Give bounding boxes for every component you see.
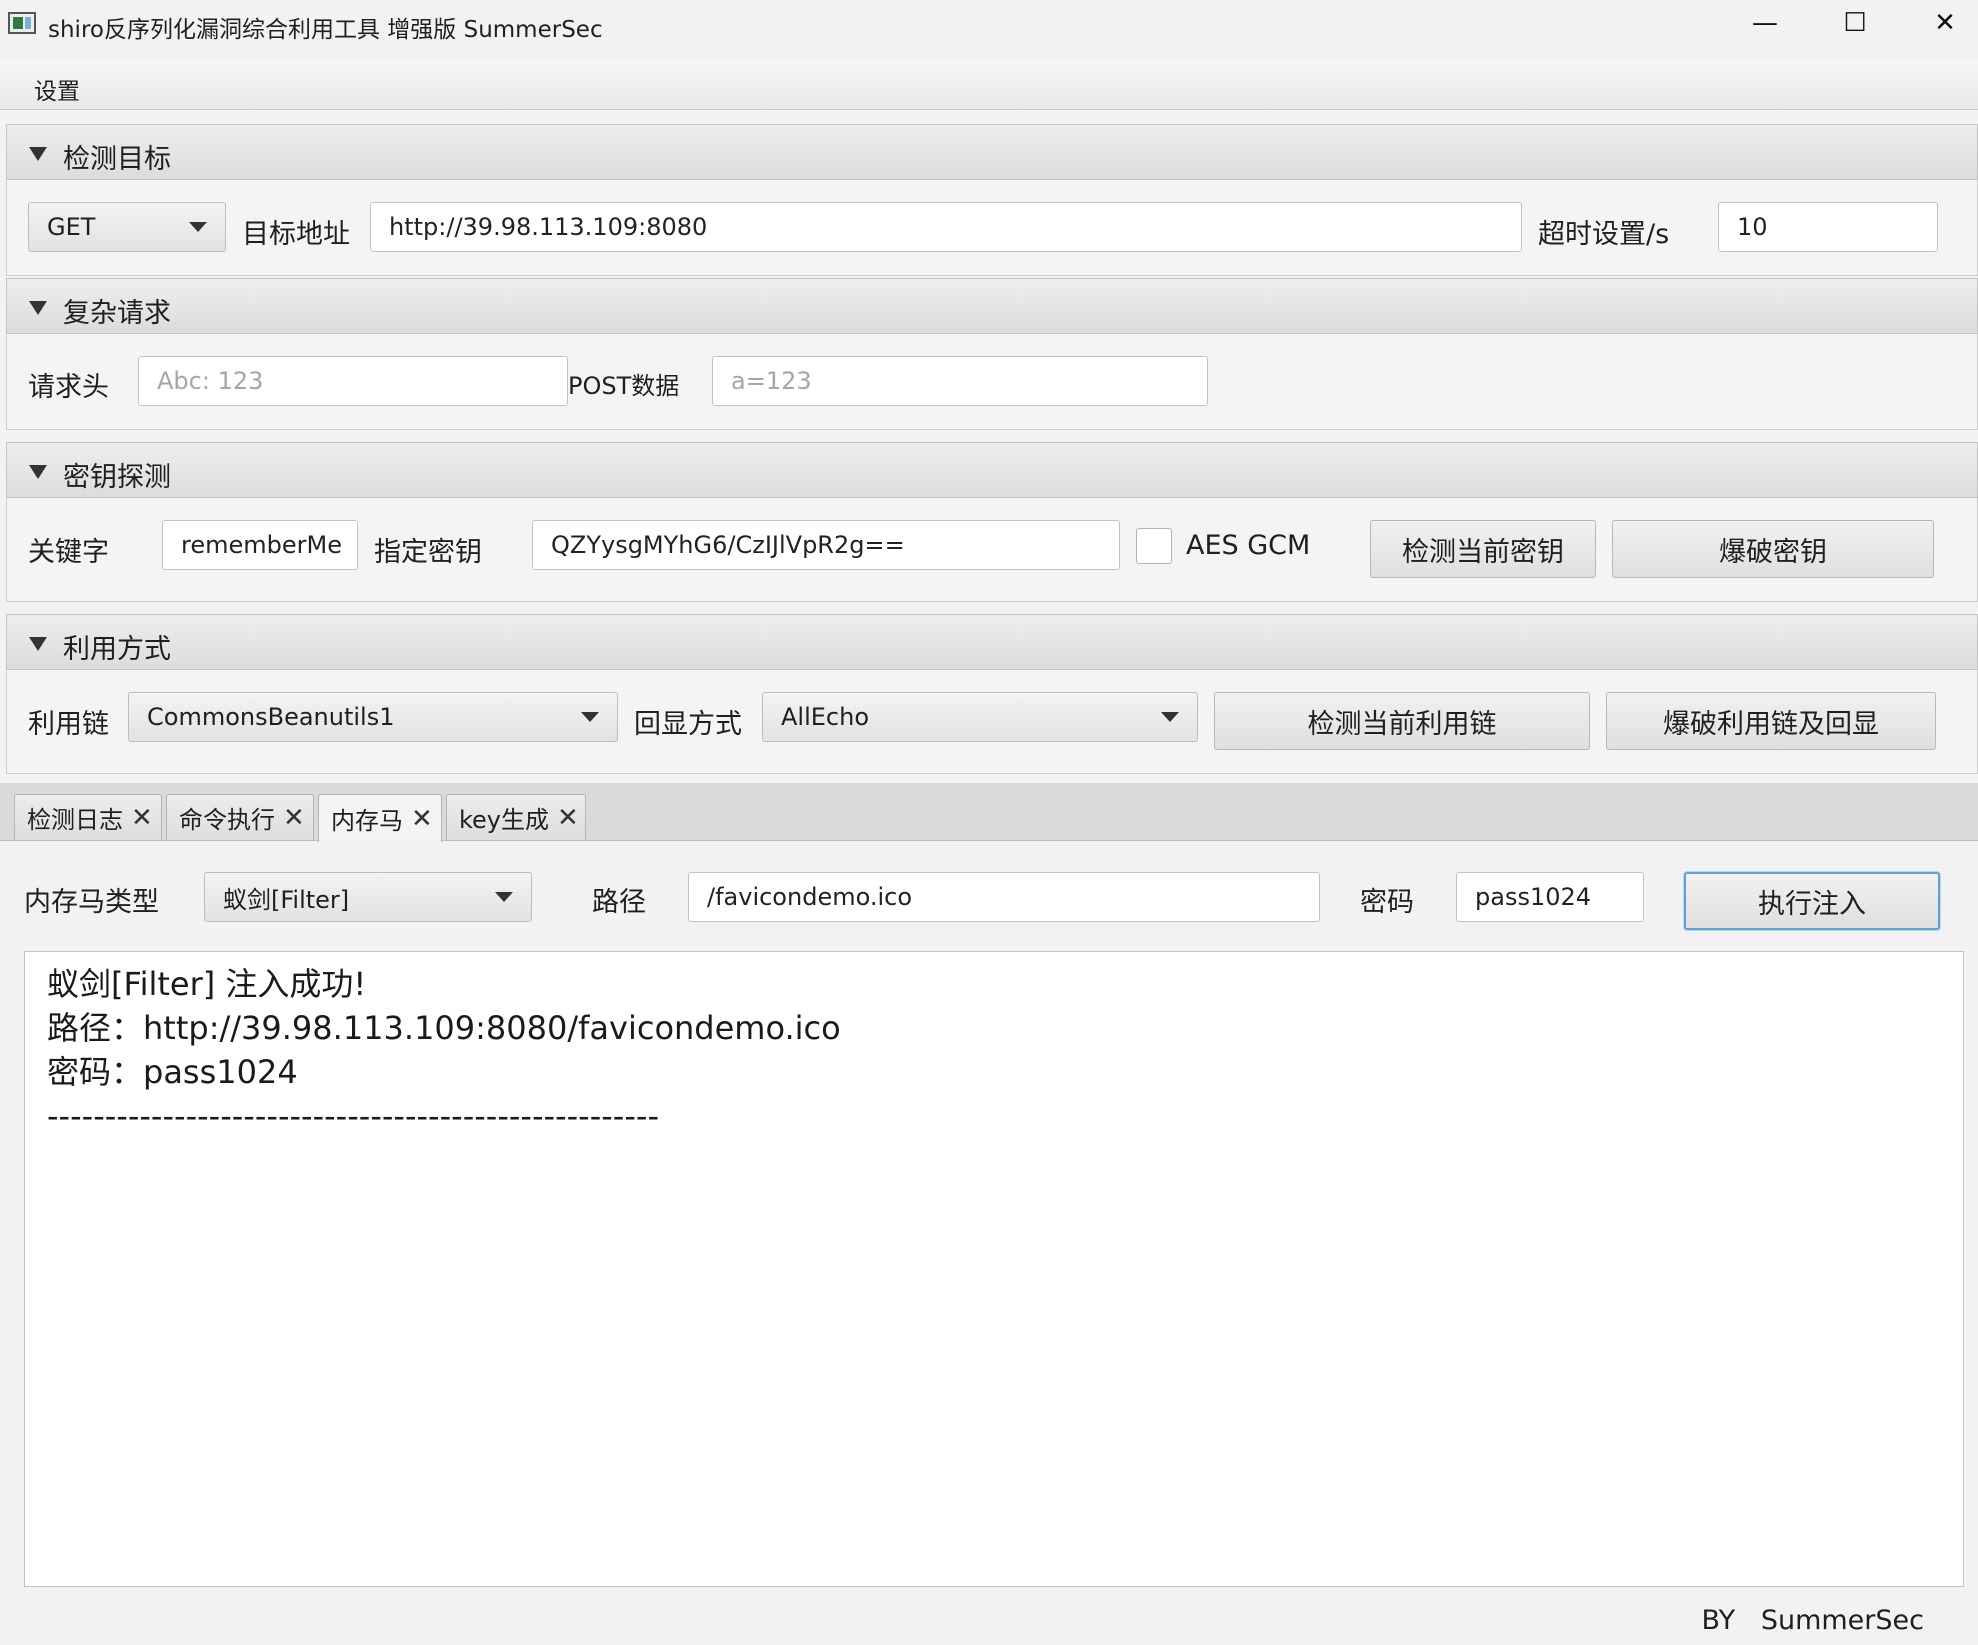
key-input[interactable]: QZYysgMYhG6/CzIJlVpR2g== [532, 520, 1120, 570]
app-icon [8, 12, 36, 34]
menu-settings[interactable]: 设置 [34, 72, 80, 106]
tab-close-icon[interactable]: ✕ [131, 803, 153, 833]
output-line: ----------------------------------------… [47, 1097, 659, 1135]
tab-label: key生成 [459, 806, 550, 834]
tab-key-gen[interactable]: key生成 ✕ [446, 794, 586, 840]
keyword-input[interactable]: rememberMe [162, 520, 358, 570]
window-title: shiro反序列化漏洞综合利用工具 增强版 SummerSec [48, 17, 603, 43]
section-key-title: 密钥探测 [63, 462, 171, 493]
tab-close-icon[interactable]: ✕ [557, 803, 579, 833]
post-data-input[interactable]: a=123 [712, 356, 1208, 406]
collapse-triangle-icon[interactable] [29, 637, 47, 651]
memshell-type-select[interactable]: 蚁剑[Filter] [204, 872, 532, 922]
section-complex-header[interactable]: 复杂请求 [6, 278, 1978, 334]
aes-gcm-checkbox[interactable] [1136, 528, 1172, 564]
method-select[interactable]: GET [28, 202, 226, 252]
header-label: 请求头 [28, 372, 109, 403]
output-textarea[interactable]: 蚁剑[Filter] 注入成功! 路径：http://39.98.113.109… [24, 951, 1964, 1587]
url-input[interactable]: http://39.98.113.109:8080 [370, 202, 1522, 252]
check-key-button[interactable]: 检测当前密钥 [1370, 520, 1596, 578]
timeout-input[interactable]: 10 [1718, 202, 1938, 252]
echo-label: 回显方式 [634, 709, 742, 740]
close-icon[interactable]: ✕ [1900, 0, 1978, 46]
post-label: POST数据 [568, 372, 680, 400]
tab-command-exec[interactable]: 命令执行 ✕ [166, 794, 314, 840]
dropdown-arrow-icon [1161, 712, 1179, 722]
echo-select[interactable]: AllEcho [762, 692, 1198, 742]
collapse-triangle-icon[interactable] [29, 465, 47, 479]
memshell-type-label: 内存马类型 [24, 887, 159, 918]
collapse-triangle-icon[interactable] [29, 301, 47, 315]
section-target-title: 检测目标 [63, 144, 171, 175]
tab-label: 内存马 [331, 807, 403, 835]
section-exploit-header[interactable]: 利用方式 [6, 614, 1978, 670]
tab-close-icon[interactable]: ✕ [283, 803, 305, 833]
maximize-icon[interactable]: ☐ [1810, 0, 1900, 46]
minimize-icon[interactable]: — [1720, 0, 1810, 46]
section-complex-title: 复杂请求 [63, 298, 171, 329]
brute-chain-button[interactable]: 爆破利用链及回显 [1606, 692, 1936, 750]
url-label: 目标地址 [242, 219, 350, 250]
password-label: 密码 [1360, 887, 1414, 918]
tab-detect-log[interactable]: 检测日志 ✕ [14, 794, 162, 840]
section-exploit-title: 利用方式 [63, 634, 171, 665]
section-key-header[interactable]: 密钥探测 [6, 442, 1978, 498]
tab-memshell[interactable]: 内存马 ✕ [318, 794, 442, 842]
key-label: 指定密钥 [374, 537, 482, 568]
post-placeholder: a=123 [731, 367, 812, 395]
chain-label: 利用链 [28, 709, 109, 740]
menu-bar [0, 60, 1978, 110]
header-input[interactable]: Abc: 123 [138, 356, 568, 406]
echo-select-value: AllEcho [781, 703, 870, 731]
output-line: 蚁剑[Filter] 注入成功! [47, 965, 367, 1003]
tab-close-icon[interactable]: ✕ [411, 804, 433, 834]
tab-label: 检测日志 [27, 806, 123, 834]
dropdown-arrow-icon [495, 892, 513, 902]
chain-select[interactable]: CommonsBeanutils1 [128, 692, 618, 742]
check-chain-button[interactable]: 检测当前利用链 [1214, 692, 1590, 750]
output-line: 密码：pass1024 [47, 1053, 298, 1091]
password-input[interactable]: pass1024 [1456, 872, 1644, 922]
chain-select-value: CommonsBeanutils1 [147, 703, 395, 731]
aes-gcm-label: AES GCM [1186, 530, 1311, 561]
footer-credit: BY SummerSec [1701, 1605, 1924, 1636]
dropdown-arrow-icon [581, 712, 599, 722]
path-input[interactable]: /favicondemo.ico [688, 872, 1320, 922]
dropdown-arrow-icon [189, 222, 207, 232]
keyword-label: 关键字 [28, 537, 109, 568]
section-target-header[interactable]: 检测目标 [6, 124, 1978, 180]
path-label: 路径 [592, 887, 646, 918]
method-select-value: GET [47, 213, 96, 241]
output-line: 路径：http://39.98.113.109:8080/favicondemo… [47, 1009, 841, 1047]
inject-button[interactable]: 执行注入 [1684, 872, 1940, 930]
header-placeholder: Abc: 123 [157, 367, 264, 395]
brute-key-button[interactable]: 爆破密钥 [1612, 520, 1934, 578]
tab-label: 命令执行 [179, 806, 275, 834]
timeout-label: 超时设置/s [1538, 219, 1670, 250]
collapse-triangle-icon[interactable] [29, 147, 47, 161]
memshell-type-value: 蚁剑[Filter] [223, 885, 350, 914]
